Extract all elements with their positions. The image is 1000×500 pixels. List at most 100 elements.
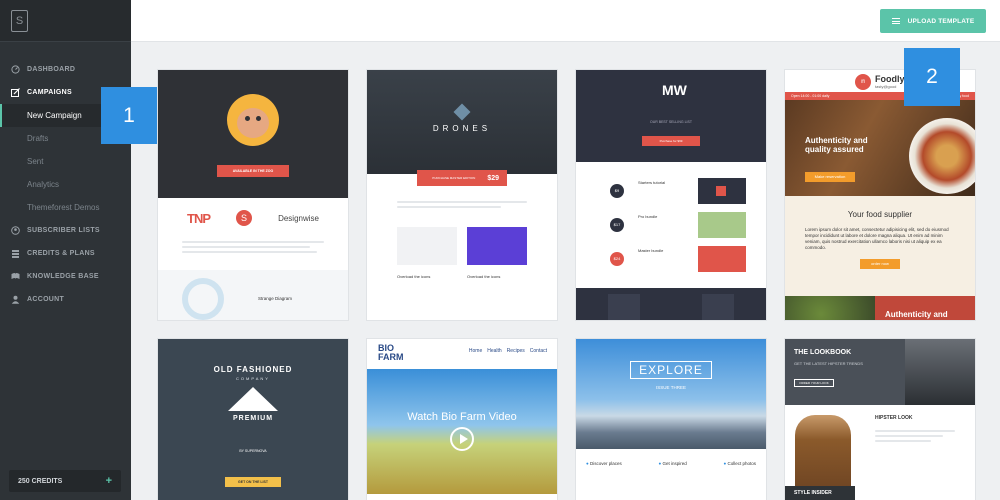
- template-card-zoo[interactable]: AVAILABLE IN THE ZOO TNP S Designwise St…: [158, 70, 348, 320]
- sidebar-item-label: ACCOUNT: [27, 296, 65, 303]
- sidebar-item-analytics[interactable]: Analytics: [0, 173, 131, 196]
- issue-label: ISSUE THREE: [656, 385, 686, 390]
- sidebar-item-sent[interactable]: Sent: [0, 150, 131, 173]
- video-hero: Watch Bio Farm Video: [367, 369, 557, 494]
- callout-badge-2: 2: [904, 48, 960, 106]
- sidebar-item-label: KNOWLEDGE BASE: [27, 273, 99, 280]
- food-footer: Authenticity and: [785, 296, 975, 320]
- credits-bar[interactable]: 250 CREDITS +: [9, 470, 121, 492]
- feature-row: Discover places Get inspired Collect pho…: [586, 461, 756, 466]
- premium-label: PREMIUM: [232, 415, 274, 422]
- user-icon: [11, 295, 20, 304]
- template-subtitle: GET THE LATEST HIPSTER TRENDS: [794, 361, 863, 366]
- template-hero: DRONES: [367, 70, 557, 174]
- template-hero: AVAILABLE IN THE ZOO: [158, 70, 348, 198]
- template-card-explore[interactable]: EXPLORE ISSUE THREE Discover places Get …: [576, 339, 766, 500]
- template-card-drones[interactable]: DRONES PURCHASE MASTER EDITION $29 Overl…: [367, 70, 557, 320]
- tagline: OUR BEST SELLING LIST: [650, 120, 692, 124]
- template-cta: ORDER YOUR LOOK: [794, 379, 834, 387]
- byline: BY SUPERNOVA: [239, 449, 267, 453]
- sidebar-item-knowledge-base[interactable]: KNOWLEDGE BASE: [0, 265, 131, 288]
- template-menu: Home Health Recipes Contact: [468, 348, 547, 354]
- column-title-right: Overload the icons: [467, 274, 501, 279]
- tnp-logo: TNP: [187, 210, 211, 226]
- hipster-heading: HIPSTER LOOK: [875, 415, 913, 421]
- template-text-block: [875, 427, 955, 445]
- template-text-block: [158, 241, 348, 253]
- product-row: $9 Starters tutorial: [596, 178, 746, 204]
- book-icon: [11, 272, 20, 281]
- cube-icon: [453, 103, 471, 121]
- mountain-hero: EXPLORE ISSUE THREE: [576, 339, 766, 449]
- template-card-lookbook[interactable]: THE LOOKBOOK GET THE LATEST HIPSTER TREN…: [785, 339, 975, 500]
- sidebar-item-label: CREDITS & PLANS: [27, 250, 95, 257]
- top-bar: UPLOAD TEMPLATE: [131, 0, 1000, 42]
- template-title: EXPLORE: [630, 361, 712, 379]
- upload-template-button[interactable]: UPLOAD TEMPLATE: [880, 9, 986, 33]
- column-title-left: Overload the icons: [397, 274, 431, 279]
- product-image: [698, 246, 746, 272]
- s-logo: S: [236, 210, 253, 226]
- sidebar: S DASHBOARD CAMPAIGNS New Campaign Draft…: [0, 0, 131, 500]
- mw-logo: MW: [662, 82, 687, 98]
- foodly-tag: tasty@good: [875, 84, 897, 89]
- body-text: Lorem ipsum dolor sit amet, consectetur …: [805, 227, 949, 250]
- template-logo-row: TNP S Designwise: [158, 198, 348, 238]
- style-insider-label: STYLE INSIDER: [785, 486, 855, 500]
- template-title: THE LOOKBOOK: [794, 349, 852, 356]
- product-image: [698, 178, 746, 204]
- designwise-logo: Designwise: [278, 213, 319, 223]
- monkey-mascot-icon: [227, 94, 279, 146]
- model-image: [795, 415, 851, 497]
- upload-template-label: UPLOAD TEMPLATE: [907, 17, 975, 25]
- section-title: Strange Diagram: [258, 296, 293, 301]
- mountain-icon: [228, 387, 278, 411]
- template-header: BIO FARM Home Health Recipes Contact: [367, 339, 557, 369]
- food-body: Your food supplier Lorem ipsum dolor sit…: [785, 196, 975, 296]
- gauge-icon: [11, 65, 20, 74]
- sidebar-item-subscriber-lists[interactable]: SUBSCRIBER LISTS: [0, 219, 131, 242]
- template-cta: GET ON THE LIST: [225, 477, 281, 487]
- template-card-bio-farm[interactable]: BIO FARM Home Health Recipes Contact Wat…: [367, 339, 557, 500]
- add-credits-button[interactable]: +: [106, 475, 112, 487]
- sidebar-item-dashboard[interactable]: DASHBOARD: [0, 58, 131, 81]
- template-title: OLD FASHIONED: [213, 365, 293, 374]
- sidebar-item-account[interactable]: ACCOUNT: [0, 288, 131, 311]
- reservation-cta: Make reservation: [805, 172, 855, 182]
- supplier-heading: Your food supplier: [847, 210, 913, 219]
- bio-farm-logo: BIO FARM: [378, 343, 404, 362]
- users-icon: [11, 226, 20, 235]
- food-headline: Authenticity and quality assured: [805, 136, 868, 154]
- play-icon: [450, 427, 474, 451]
- price-badge: $24: [610, 252, 624, 266]
- food-hero: Authenticity and quality assured Make re…: [785, 100, 975, 196]
- template-card-old-fashioned[interactable]: OLD FASHIONED COMPANY PREMIUM BY SUPERNO…: [158, 339, 348, 500]
- foodly-brand: Foodly: [875, 74, 905, 84]
- product-name: Pro bundle: [638, 214, 658, 219]
- app-logo[interactable]: S: [11, 10, 28, 32]
- product-row: $17 Pro bundle: [596, 212, 746, 238]
- callout-badge-1: 1: [101, 87, 157, 144]
- product-image: [698, 212, 746, 238]
- order-cta: order now: [860, 259, 900, 269]
- template-card-mw[interactable]: MW OUR BEST SELLING LIST Purchase for $9…: [576, 70, 766, 320]
- template-card-foodly[interactable]: ifi Foodly tasty@good Open 14:00 - 01:00…: [785, 70, 975, 320]
- sidebar-item-themeforest-demos[interactable]: Themeforest Demos: [0, 196, 131, 219]
- brand-bar: S: [0, 0, 131, 42]
- foodly-logo-icon: ifi: [855, 74, 871, 90]
- sidebar-item-credits-plans[interactable]: CREDITS & PLANS: [0, 242, 131, 265]
- sidebar-item-label: SUBSCRIBER LISTS: [27, 227, 100, 234]
- template-cta: Purchase for $99: [642, 136, 700, 146]
- lookbook-header: THE LOOKBOOK GET THE LATEST HIPSTER TREN…: [785, 339, 975, 405]
- coins-icon: [11, 249, 20, 258]
- edit-icon: [11, 88, 20, 97]
- sidebar-item-label: CAMPAIGNS: [27, 89, 72, 96]
- template-title: DRONES: [432, 124, 492, 133]
- template-hero: MW OUR BEST SELLING LIST Purchase for $9…: [576, 70, 766, 162]
- product-name: Starters tutorial: [638, 180, 666, 185]
- icon-box-light: [397, 227, 457, 265]
- model-image: [905, 339, 975, 405]
- template-text-block: [397, 198, 527, 211]
- credits-label: 250 CREDITS: [18, 477, 63, 485]
- template-section: Strange Diagram: [158, 270, 348, 320]
